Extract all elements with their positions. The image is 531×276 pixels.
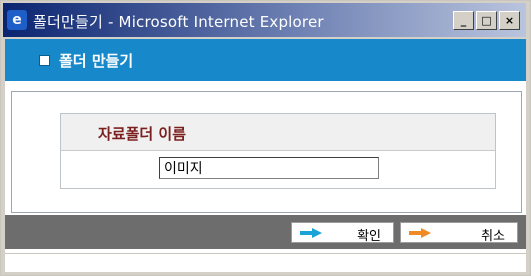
close-button[interactable]: × [499,11,520,30]
folder-name-label: 자료폴더 이름 [98,125,187,143]
minimize-button[interactable]: _ [453,11,474,30]
form-panel: 자료폴더 이름 [11,91,522,213]
arrow-right-icon [300,228,322,238]
maximize-icon: □ [481,14,492,27]
button-bar: 확인 취소 [5,215,526,249]
folder-form: 자료폴더 이름 [60,113,496,189]
label-row: 자료폴더 이름 [61,114,495,151]
internet-explorer-icon: e [7,10,27,30]
dialog-header: 폴더 만들기 [5,39,526,81]
window-controls: _ □ × [451,11,520,30]
ok-button[interactable]: 확인 [291,222,394,244]
close-icon: × [504,14,515,27]
cancel-arrow-icon [409,228,431,238]
window-title: 폴더만들기 - Microsoft Internet Explorer [33,13,324,31]
cancel-button[interactable]: 취소 [400,222,518,244]
ok-button-label: 확인 [357,229,381,244]
square-bullet-icon [39,55,50,66]
page-content: 폴더 만들기 자료폴더 이름 확인 [5,39,526,272]
title-bar[interactable]: e 폴더만들기 - Microsoft Internet Explorer _ … [3,3,526,37]
cancel-button-label: 취소 [481,229,505,244]
browser-window: e 폴더만들기 - Microsoft Internet Explorer _ … [0,0,531,276]
minimize-icon: _ [460,14,467,27]
status-bar [5,253,526,272]
input-row [61,151,495,188]
maximize-button[interactable]: □ [476,11,497,30]
dialog-title: 폴더 만들기 [59,52,134,70]
folder-name-input[interactable] [159,157,379,179]
